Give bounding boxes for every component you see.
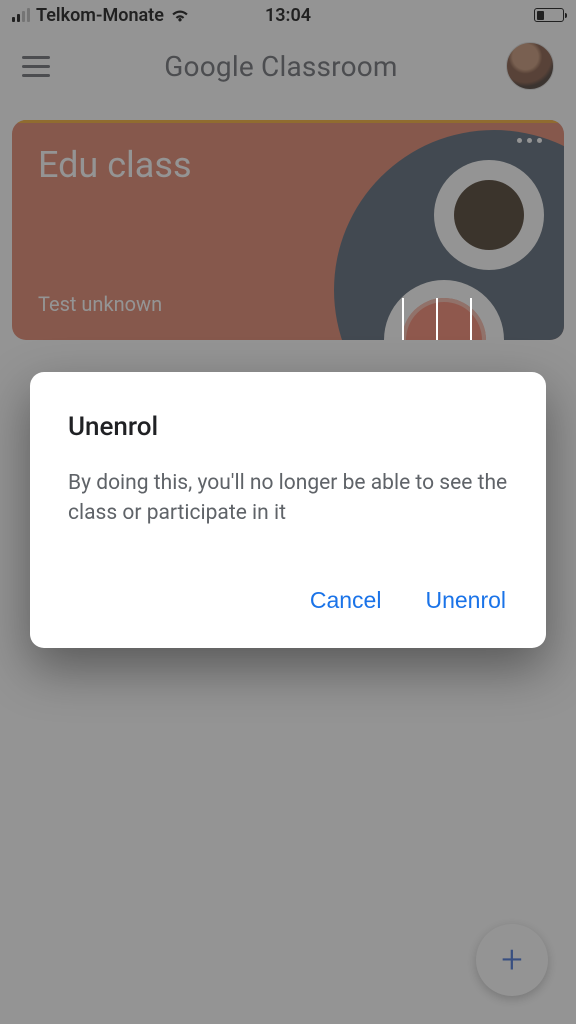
unenrol-button[interactable]: Unenrol bbox=[423, 583, 508, 618]
unenrol-dialog: Unenrol By doing this, you'll no longer … bbox=[30, 372, 546, 648]
dialog-title: Unenrol bbox=[68, 412, 508, 442]
dialog-actions: Cancel Unenrol bbox=[68, 583, 508, 618]
dialog-body: By doing this, you'll no longer be able … bbox=[68, 468, 508, 529]
cancel-button[interactable]: Cancel bbox=[308, 583, 384, 618]
